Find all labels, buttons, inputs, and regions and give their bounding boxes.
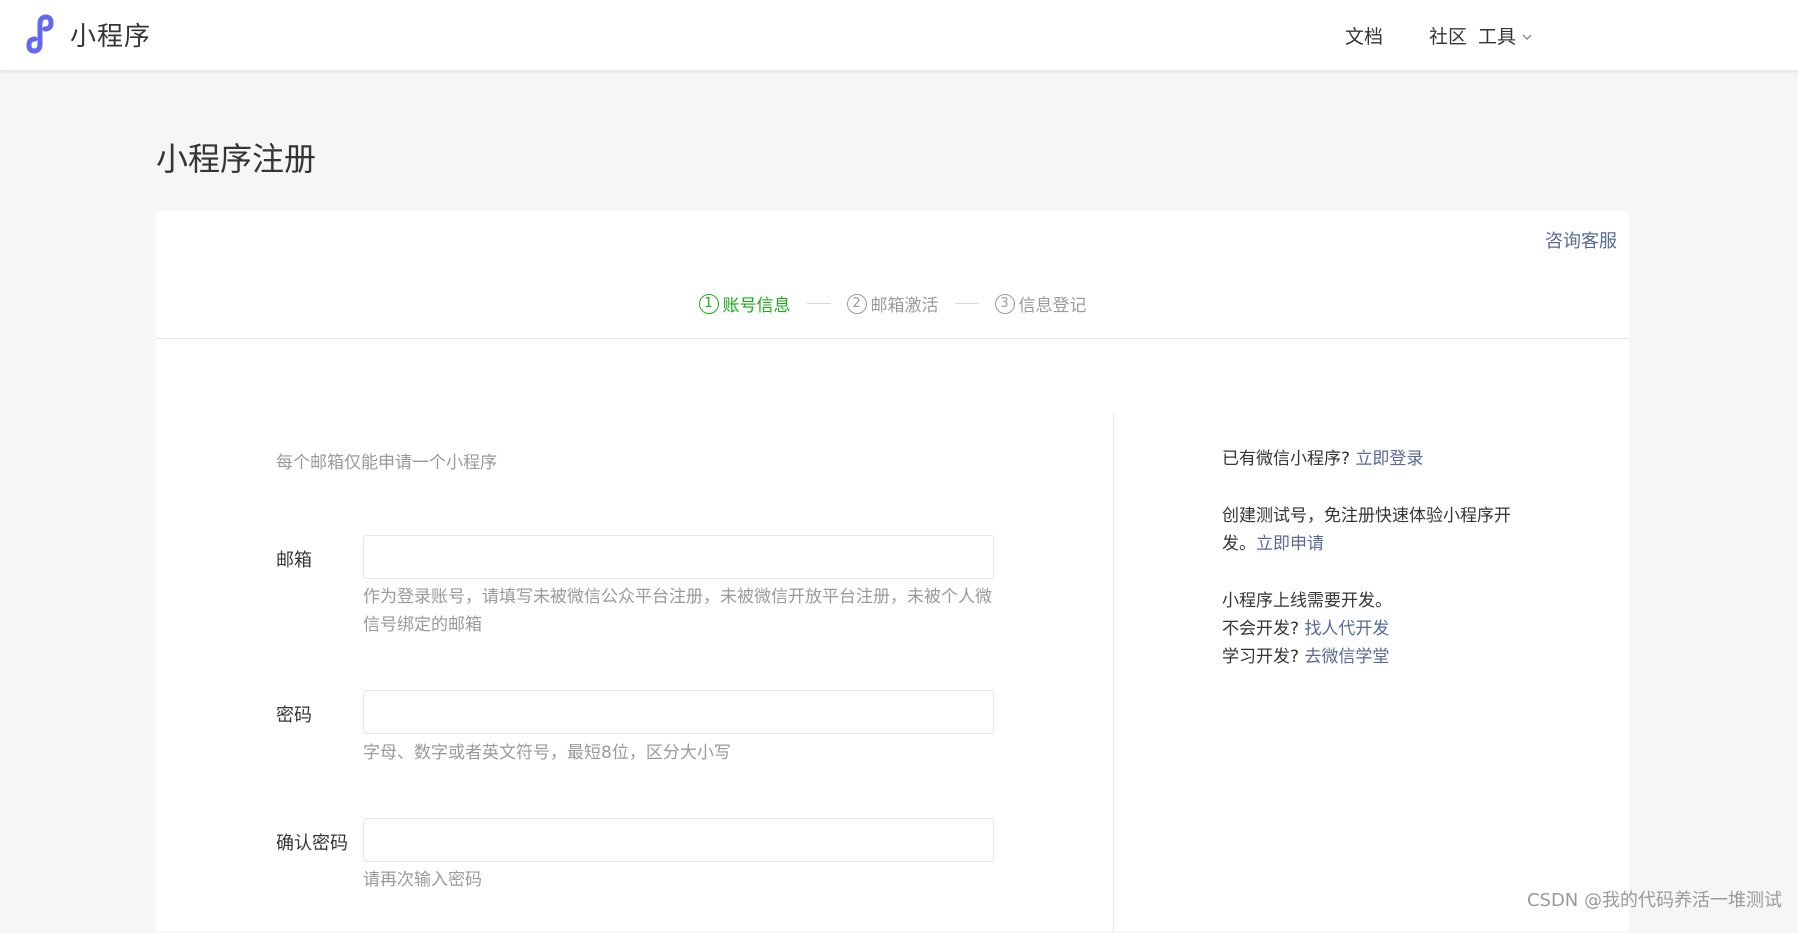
registration-panel: 咨询客服 1 账号信息 2 邮箱激活 3 信息登记 每个邮箱仅能申请一个小程序 … xyxy=(156,211,1629,933)
step-email-activation: 2 邮箱激活 xyxy=(846,291,939,316)
login-link[interactable]: 立即登录 xyxy=(1355,449,1423,469)
email-hint: 作为登录账号，请填写未被微信公众平台注册，未被微信开放平台注册，未被个人微信号绑… xyxy=(363,587,992,635)
page-title: 小程序注册 xyxy=(156,140,317,178)
dev-required-text: 小程序上线需要开发。 xyxy=(1222,591,1392,611)
watermark: CSDN @我的代码养活一堆测试 xyxy=(1526,890,1782,911)
step-indicator: 1 账号信息 2 邮箱激活 3 信息登记 xyxy=(156,291,1629,316)
consult-service-link[interactable]: 咨询客服 xyxy=(1545,227,1617,253)
test-account-block: 创建测试号，免注册快速体验小程序开发。立即申请 xyxy=(1222,502,1532,558)
no-dev-text: 不会开发? xyxy=(1222,619,1300,639)
vertical-divider xyxy=(1113,413,1114,933)
step-account-info: 1 账号信息 xyxy=(698,291,791,316)
step-number: 2 xyxy=(846,293,867,314)
has-account-text: 已有微信小程序? xyxy=(1222,449,1351,469)
nav-docs[interactable]: 文档 xyxy=(1345,22,1383,49)
password-label: 密码 xyxy=(276,705,312,726)
steps-divider xyxy=(156,338,1629,339)
confirm-password-hint: 请再次输入密码 xyxy=(363,870,482,890)
has-account-line: 已有微信小程序? 立即登录 xyxy=(1222,445,1423,473)
email-input[interactable] xyxy=(363,535,994,579)
step-label: 信息登记 xyxy=(1018,296,1087,316)
email-limit-tip: 每个邮箱仅能申请一个小程序 xyxy=(276,453,497,473)
step-number: 1 xyxy=(698,293,719,314)
confirm-password-input[interactable] xyxy=(363,818,994,862)
step-label: 账号信息 xyxy=(722,296,791,316)
confirm-password-label: 确认密码 xyxy=(276,833,348,854)
nav-community[interactable]: 社区 xyxy=(1429,22,1467,49)
step-label: 邮箱激活 xyxy=(870,296,939,316)
step-divider xyxy=(806,303,831,304)
step-number: 3 xyxy=(994,293,1015,314)
top-navbar: 小程序 文档 社区 工具 xyxy=(0,0,1798,71)
wechat-academy-link[interactable]: 去微信学堂 xyxy=(1304,647,1389,667)
find-developer-link[interactable]: 找人代开发 xyxy=(1304,619,1389,639)
learn-dev-text: 学习开发? xyxy=(1222,647,1300,667)
password-input[interactable] xyxy=(363,690,994,734)
nav-tools-label: 工具 xyxy=(1477,26,1516,48)
apply-now-link[interactable]: 立即申请 xyxy=(1256,534,1324,554)
logo-text: 小程序 xyxy=(70,21,152,52)
learn-dev-line: 学习开发? 去微信学堂 xyxy=(1222,643,1392,671)
step-divider xyxy=(954,303,979,304)
find-dev-line: 不会开发? 找人代开发 xyxy=(1222,615,1392,643)
step-info-registration: 3 信息登记 xyxy=(994,291,1087,316)
dev-info-block: 小程序上线需要开发。 不会开发? 找人代开发 学习开发? 去微信学堂 xyxy=(1222,587,1392,671)
mini-program-logo-icon xyxy=(26,14,54,54)
logo[interactable]: 小程序 xyxy=(20,14,151,54)
email-label: 邮箱 xyxy=(276,550,312,571)
password-hint: 字母、数字或者英文符号，最短8位，区分大小写 xyxy=(363,743,731,763)
chevron-down-icon xyxy=(1522,33,1532,40)
nav-tools[interactable]: 工具 xyxy=(1478,22,1534,49)
